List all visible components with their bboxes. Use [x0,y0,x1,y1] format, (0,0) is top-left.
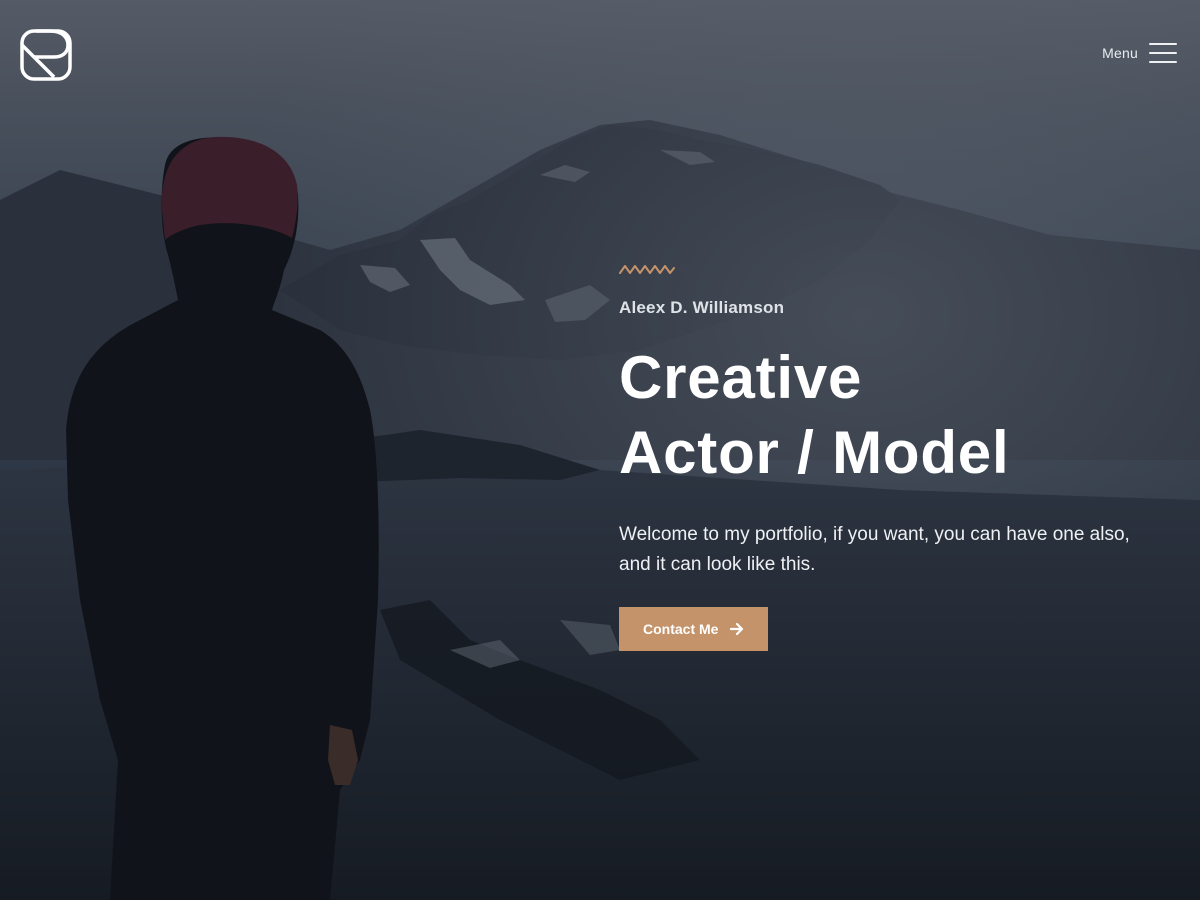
menu-button[interactable]: Menu [1102,43,1177,63]
hero-section: Menu Aleex D. Williamson Creative Actor … [0,0,1200,900]
headline-line-2: Actor / Model [619,419,1010,486]
menu-label: Menu [1102,45,1138,61]
intro-text: Welcome to my portfolio, if you want, yo… [619,524,1130,575]
author-name: Aleex D. Williamson [619,298,785,317]
page-title: Creative Actor / Model [619,340,1179,490]
headline-line-1: Creative [619,344,863,411]
zigzag-wave-icon [619,265,675,274]
hero-content: Aleex D. Williamson Creative Actor / Mod… [619,262,1179,651]
contact-me-button[interactable]: Contact Me [619,607,769,651]
rounded-square-r-logo-icon[interactable] [20,29,72,81]
hamburger-icon[interactable] [1149,43,1177,63]
arrow-right-icon [730,622,744,636]
contact-me-label: Contact Me [643,621,719,637]
